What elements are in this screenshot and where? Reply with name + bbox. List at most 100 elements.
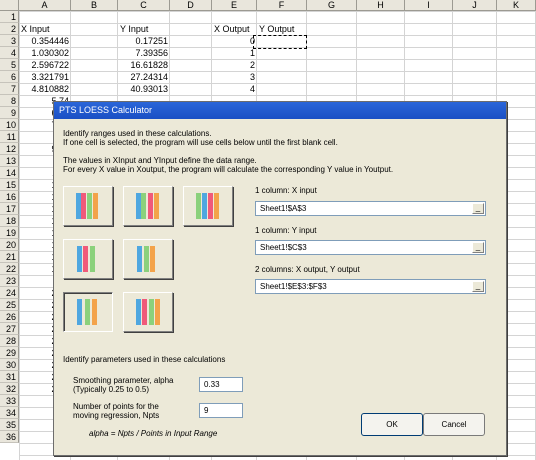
column-header-i[interactable]: I (405, 0, 453, 11)
layout-columns-icon (196, 193, 219, 219)
row-header-12[interactable]: 12 (0, 143, 19, 155)
row-header-29[interactable]: 29 (0, 347, 19, 359)
cell-e6[interactable]: 3 (212, 71, 257, 83)
row-header-36[interactable]: 36 (0, 431, 19, 443)
alpha-input[interactable]: 0.33 (199, 377, 243, 392)
cell-c7[interactable]: 40.93013 (118, 83, 170, 95)
cell-e2[interactable]: X Output (212, 23, 262, 35)
cell-c3[interactable]: 0.17251 (118, 35, 170, 47)
row-header-32[interactable]: 32 (0, 383, 19, 395)
cell-e4[interactable]: 1 (212, 47, 257, 59)
cell-a5[interactable]: 2.596722 (19, 59, 71, 71)
cell-a6[interactable]: 3.321791 (19, 71, 71, 83)
row-header-7[interactable]: 7 (0, 83, 19, 95)
row-header-16[interactable]: 16 (0, 191, 19, 203)
y-input-range-value: Sheet1!$C$3 (260, 243, 307, 252)
row-header-6[interactable]: 6 (0, 71, 19, 83)
cell-c4[interactable]: 7.39356 (118, 47, 170, 59)
output-range-value: Sheet1!$E$3:$F$3 (260, 282, 327, 291)
row-header-19[interactable]: 19 (0, 227, 19, 239)
row-header-3[interactable]: 3 (0, 35, 19, 47)
ok-button[interactable]: OK (361, 413, 423, 436)
row-header-28[interactable]: 28 (0, 335, 19, 347)
row-header-14[interactable]: 14 (0, 167, 19, 179)
row-header-22[interactable]: 22 (0, 263, 19, 275)
column-header-e[interactable]: E (212, 0, 257, 11)
x-input-range-field[interactable]: Sheet1!$A$3 _ (255, 201, 486, 216)
y-input-label: 1 column: Y input (255, 226, 317, 235)
row-header-21[interactable]: 21 (0, 251, 19, 263)
cell-c2[interactable]: Y Input (118, 23, 170, 35)
cell-a3[interactable]: 0.354446 (19, 35, 71, 47)
cell-a4[interactable]: 1.030302 (19, 47, 71, 59)
column-header-b[interactable]: B (71, 0, 118, 11)
column-header-h[interactable]: H (357, 0, 405, 11)
output-label: 2 columns: X output, Y output (255, 265, 360, 274)
cell-e3[interactable]: 0 (212, 35, 257, 47)
cell-a2[interactable]: X Input (19, 23, 71, 35)
column-header-j[interactable]: J (453, 0, 497, 11)
layout-option-6[interactable] (63, 292, 113, 332)
output-collapse-button[interactable]: _ (472, 281, 484, 292)
row-header-11[interactable]: 11 (0, 131, 19, 143)
layout-columns-icon (76, 193, 98, 219)
output-range-field[interactable]: Sheet1!$E$3:$F$3 _ (255, 279, 486, 294)
x-input-range-value: Sheet1!$A$3 (260, 204, 307, 213)
row-header-25[interactable]: 25 (0, 299, 19, 311)
row-header-30[interactable]: 30 (0, 359, 19, 371)
row-header-35[interactable]: 35 (0, 419, 19, 431)
row-header-10[interactable]: 10 (0, 119, 19, 131)
dialog-title: PTS LOESS Calculator (59, 105, 153, 115)
y-input-collapse-button[interactable]: _ (472, 242, 484, 253)
row-header-24[interactable]: 24 (0, 287, 19, 299)
layout-columns-icon (137, 246, 155, 272)
layout-columns-icon (77, 246, 95, 272)
row-header-34[interactable]: 34 (0, 407, 19, 419)
x-input-collapse-button[interactable]: _ (472, 203, 484, 214)
row-header-26[interactable]: 26 (0, 311, 19, 323)
intro-text-2: If one cell is selected, the program wil… (63, 138, 338, 147)
layout-option-7[interactable] (123, 292, 173, 332)
row-header-27[interactable]: 27 (0, 323, 19, 335)
cell-f2[interactable]: Y Output (257, 23, 307, 35)
cell-c6[interactable]: 27.24314 (118, 71, 170, 83)
row-header-4[interactable]: 4 (0, 47, 19, 59)
column-header-a[interactable]: A (19, 0, 71, 11)
cell-e5[interactable]: 2 (212, 59, 257, 71)
row-header-13[interactable]: 13 (0, 155, 19, 167)
column-header-c[interactable]: C (118, 0, 170, 11)
row-header-33[interactable]: 33 (0, 395, 19, 407)
layout-option-1[interactable] (63, 186, 113, 226)
row-header-23[interactable]: 23 (0, 275, 19, 287)
row-header-1[interactable]: 1 (0, 11, 19, 23)
row-header-2[interactable]: 2 (0, 23, 19, 35)
column-header-d[interactable]: D (170, 0, 212, 11)
row-header-20[interactable]: 20 (0, 239, 19, 251)
row-header-17[interactable]: 17 (0, 203, 19, 215)
column-header-k[interactable]: K (497, 0, 536, 11)
alpha-formula: alpha = Npts / Points in Input Range (89, 429, 218, 438)
cancel-button[interactable]: Cancel (423, 413, 485, 436)
npts-label-2: moving regression, Npts (73, 411, 160, 420)
row-header-8[interactable]: 8 (0, 95, 19, 107)
intro-text-4: For every X value in Xoutput, the progra… (63, 165, 394, 174)
column-header-g[interactable]: G (307, 0, 357, 11)
npts-input[interactable]: 9 (199, 403, 243, 418)
row-header-9[interactable]: 9 (0, 107, 19, 119)
layout-option-2[interactable] (123, 186, 173, 226)
row-header-31[interactable]: 31 (0, 371, 19, 383)
cell-c5[interactable]: 16.61828 (118, 59, 170, 71)
select-all-corner[interactable] (0, 0, 19, 11)
row-header-18[interactable]: 18 (0, 215, 19, 227)
column-header-f[interactable]: F (257, 0, 307, 11)
cell-e7[interactable]: 4 (212, 83, 257, 95)
row-header-5[interactable]: 5 (0, 59, 19, 71)
y-input-range-field[interactable]: Sheet1!$C$3 _ (255, 240, 486, 255)
cell-a7[interactable]: 4.810882 (19, 83, 71, 95)
dialog-titlebar[interactable]: PTS LOESS Calculator (54, 102, 506, 119)
row-header-15[interactable]: 15 (0, 179, 19, 191)
layout-option-4[interactable] (63, 239, 113, 279)
layout-option-3[interactable] (183, 186, 233, 226)
params-heading: Identify parameters used in these calcul… (63, 355, 226, 364)
layout-option-5[interactable] (123, 239, 173, 279)
